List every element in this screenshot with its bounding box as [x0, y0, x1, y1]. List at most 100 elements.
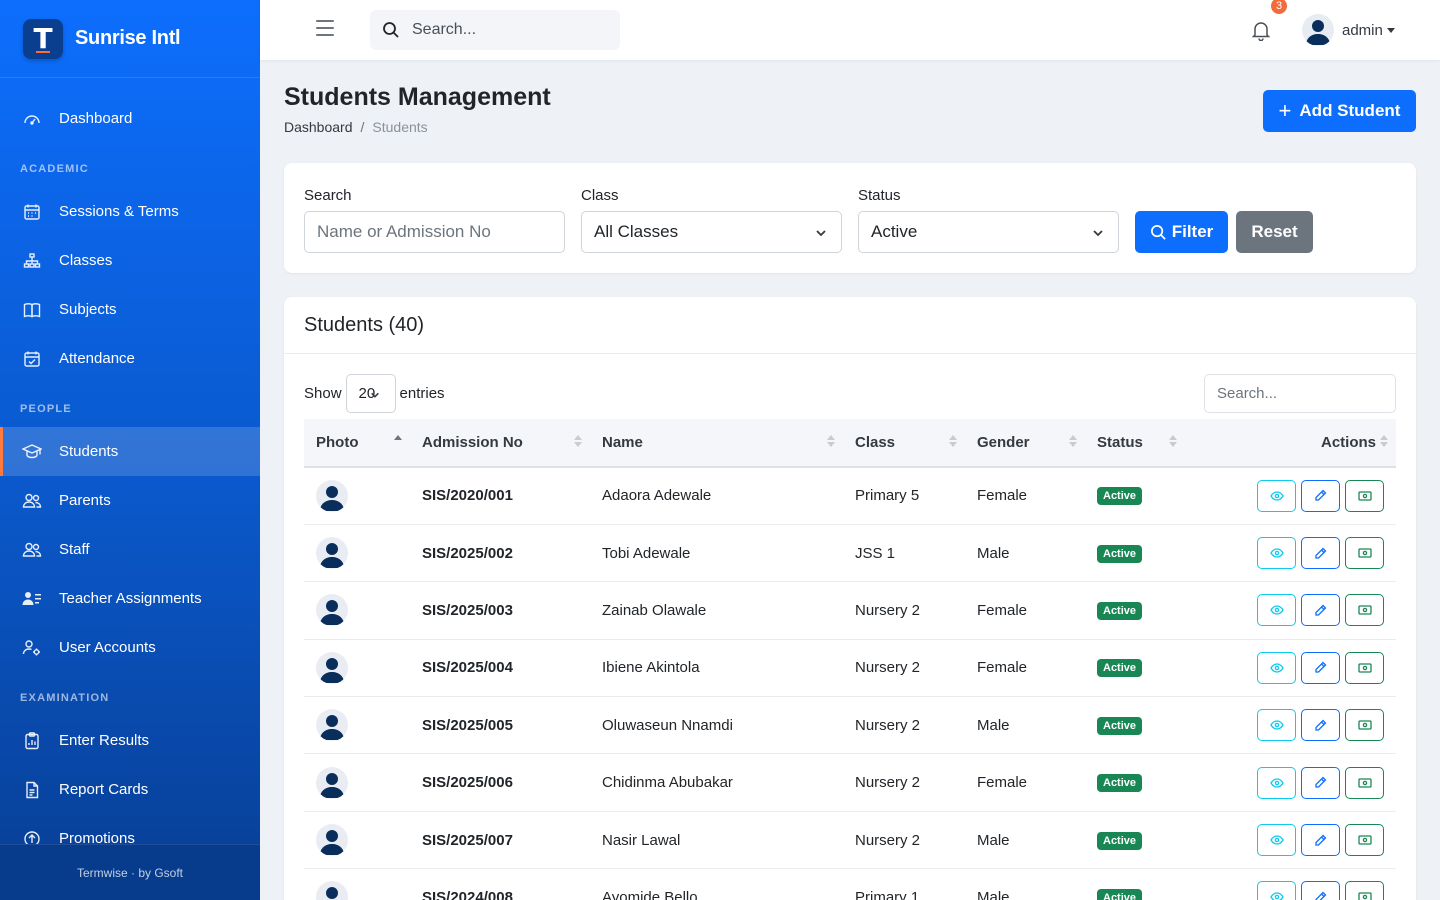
reset-button[interactable]: Reset: [1236, 211, 1313, 253]
clipboard-data-icon: [22, 731, 42, 751]
sidebar-item-user-accounts[interactable]: User Accounts: [0, 623, 260, 672]
table-row[interactable]: SIS/2025/003 Zainab Olawale Nursery 2 Fe…: [304, 582, 1396, 640]
search-icon: [1150, 224, 1166, 240]
sidebar-item-teacher-assignments[interactable]: Teacher Assignments: [0, 574, 260, 623]
user-avatar-icon: [320, 772, 344, 798]
class-cell: JSS 1: [855, 544, 896, 562]
view-button[interactable]: [1257, 881, 1296, 900]
sidebar-item-subjects[interactable]: Subjects: [0, 285, 260, 334]
table-row[interactable]: SIS/2025/005 Oluwaseun Nnamdi Nursery 2 …: [304, 697, 1396, 754]
user-avatar-icon: [320, 830, 344, 856]
name-cell: Ayomide Bello: [602, 888, 698, 900]
view-button[interactable]: [1257, 766, 1296, 799]
view-button[interactable]: [1257, 709, 1296, 742]
student-photo: [316, 881, 348, 900]
column-header-name[interactable]: Name: [590, 419, 843, 468]
view-button[interactable]: [1257, 651, 1296, 684]
sidebar-item-parents[interactable]: Parents: [0, 476, 260, 525]
status-badge: Active: [1097, 544, 1143, 563]
edit-button[interactable]: [1301, 766, 1340, 799]
pencil-icon: [1315, 891, 1327, 900]
chevron-down-icon: [1093, 230, 1103, 237]
class-cell: Primary 1: [855, 888, 920, 900]
global-search[interactable]: [370, 10, 620, 50]
topbar: 3 admin: [260, 0, 1440, 60]
student-photo: [316, 766, 348, 799]
pencil-icon: [1315, 776, 1327, 788]
fees-button[interactable]: [1345, 709, 1384, 742]
edit-button[interactable]: [1301, 881, 1340, 900]
edit-button[interactable]: [1301, 651, 1340, 684]
view-button[interactable]: [1257, 479, 1296, 512]
sidebar-item-sessions-terms[interactable]: Sessions & Terms: [0, 187, 260, 236]
table-row[interactable]: SIS/2025/007 Nasir Lawal Nursery 2 Male …: [304, 811, 1396, 869]
view-button[interactable]: [1257, 594, 1296, 627]
table-row[interactable]: SIS/2025/002 Tobi Adewale JSS 1 Male Act…: [304, 524, 1396, 582]
view-button[interactable]: [1257, 824, 1296, 857]
fees-button[interactable]: [1345, 651, 1384, 684]
edit-button[interactable]: [1301, 709, 1340, 742]
fees-button[interactable]: [1345, 824, 1384, 857]
pencil-icon: [1315, 834, 1327, 846]
table-search-input[interactable]: Search...: [1204, 374, 1396, 413]
column-header-gender[interactable]: Gender: [965, 419, 1085, 468]
sidebar-item-staff[interactable]: Staff: [0, 525, 260, 574]
status-filter-select[interactable]: Active: [858, 211, 1119, 253]
class-cell: Nursery 2: [855, 601, 921, 619]
edit-button[interactable]: [1301, 479, 1340, 512]
table-row[interactable]: SIS/2024/008 Ayomide Bello Primary 1 Mal…: [304, 869, 1396, 900]
fees-button[interactable]: [1345, 594, 1384, 627]
breadcrumb-item-dashboard[interactable]: Dashboard: [284, 119, 353, 135]
global-search-input[interactable]: [412, 21, 602, 39]
filter-button[interactable]: Filter: [1135, 211, 1228, 253]
row-actions: [1197, 709, 1396, 742]
class-filter-select[interactable]: All Classes: [581, 211, 842, 253]
fees-button[interactable]: [1345, 881, 1384, 900]
user-menu[interactable]: admin: [1302, 14, 1395, 46]
fees-button[interactable]: [1345, 766, 1384, 799]
column-header-status[interactable]: Status: [1085, 419, 1185, 468]
sidebar-item-students[interactable]: Students: [0, 427, 260, 476]
view-button[interactable]: [1257, 537, 1296, 570]
cash-icon: [1357, 663, 1372, 673]
gender-cell: Female: [977, 659, 1028, 677]
sidebar-footer: Termwise · by Gsoft: [0, 844, 260, 900]
menu-toggle-icon[interactable]: [316, 20, 334, 36]
user-avatar-icon: [320, 600, 344, 626]
column-header-class[interactable]: Class: [843, 419, 965, 468]
bell-icon[interactable]: [1250, 19, 1272, 41]
row-actions: [1197, 479, 1396, 512]
edit-button[interactable]: [1301, 537, 1340, 570]
name-cell: Ibiene Akintola: [602, 659, 700, 677]
student-photo: [316, 824, 348, 857]
sidebar-item-enter-results[interactable]: Enter Results: [0, 716, 260, 765]
table-body: SIS/2020/001 Adaora Adewale Primary 5 Fe…: [304, 467, 1396, 900]
pencil-icon: [1315, 490, 1327, 502]
edit-button[interactable]: [1301, 594, 1340, 627]
add-student-button[interactable]: + Add Student: [1263, 90, 1416, 132]
row-actions: [1197, 824, 1396, 857]
notification-badge: 3: [1269, 0, 1289, 16]
sidebar-item-dashboard[interactable]: Dashboard: [0, 94, 260, 143]
fees-button[interactable]: [1345, 537, 1384, 570]
table-row[interactable]: SIS/2025/004 Ibiene Akintola Nursery 2 F…: [304, 639, 1396, 697]
admission-no-cell: SIS/2025/003: [422, 601, 513, 619]
fees-button[interactable]: [1345, 479, 1384, 512]
column-header-admission-no[interactable]: Admission No: [410, 419, 590, 468]
brand[interactable]: T Sunrise Intl: [0, 0, 260, 78]
file-text-icon: [22, 780, 42, 800]
column-header-actions[interactable]: Actions: [1185, 419, 1396, 468]
sidebar-item-report-cards[interactable]: Report Cards: [0, 765, 260, 814]
table-row[interactable]: SIS/2025/006 Chidinma Abubakar Nursery 2…: [304, 754, 1396, 812]
table-row[interactable]: SIS/2020/001 Adaora Adewale Primary 5 Fe…: [304, 467, 1396, 525]
page-length-select[interactable]: 20: [345, 374, 396, 413]
column-header-photo[interactable]: Photo: [304, 419, 410, 468]
name-cell: Chidinma Abubakar: [602, 774, 733, 792]
sidebar-item-attendance[interactable]: Attendance: [0, 334, 260, 383]
sidebar-item-classes[interactable]: Classes: [0, 236, 260, 285]
row-actions: [1197, 766, 1396, 799]
edit-button[interactable]: [1301, 824, 1340, 857]
calendar-icon: [22, 202, 42, 222]
search-filter-input[interactable]: Name or Admission No: [304, 211, 565, 253]
chevron-down-icon: [816, 230, 826, 237]
